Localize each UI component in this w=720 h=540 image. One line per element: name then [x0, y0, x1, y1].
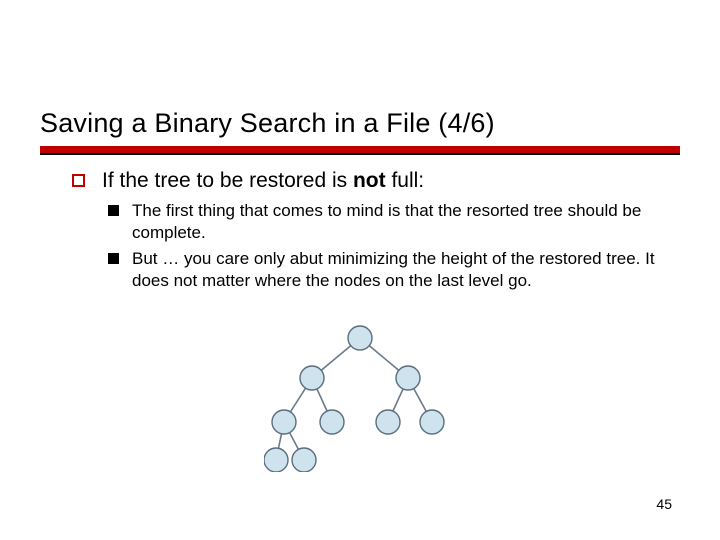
- title-underline: [40, 146, 680, 153]
- lvl1-text-pre: If the tree to be restored is: [102, 169, 353, 192]
- bullet-lvl1: If the tree to be restored is not full:: [72, 168, 668, 194]
- slide-title: Saving a Binary Search in a File (4/6): [40, 108, 680, 139]
- filled-square-icon: [108, 205, 119, 216]
- slide: Saving a Binary Search in a File (4/6) I…: [0, 0, 720, 540]
- bullet-lvl2-a: The first thing that comes to mind is th…: [108, 200, 668, 244]
- filled-square-icon: [108, 253, 119, 264]
- lvl1-text-post: full:: [386, 169, 425, 192]
- hollow-square-icon: [72, 174, 85, 187]
- binary-tree-icon: [264, 322, 456, 472]
- slide-body: If the tree to be restored is not full: …: [72, 168, 668, 293]
- tree-figure: [264, 322, 456, 472]
- page-number: 45: [656, 496, 672, 512]
- lvl2-text-a: The first thing that comes to mind is th…: [132, 201, 641, 242]
- bullet-lvl2-b: But … you care only abut minimizing the …: [108, 248, 668, 292]
- lvl1-text-bold: not: [353, 169, 386, 192]
- lvl2-text-b: But … you care only abut minimizing the …: [132, 249, 655, 290]
